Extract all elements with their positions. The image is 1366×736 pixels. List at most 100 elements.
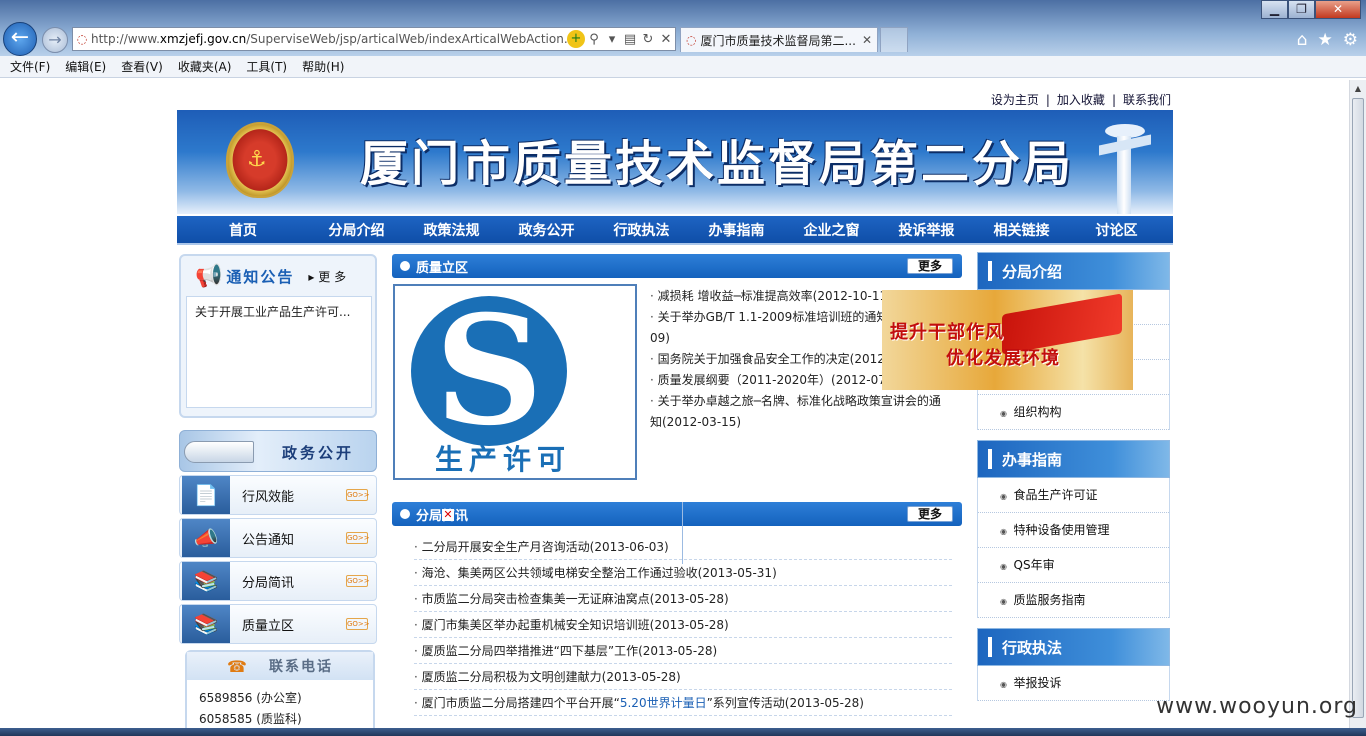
- guide-item[interactable]: 质监服务指南: [978, 583, 1169, 618]
- nav-complaint[interactable]: 投诉举报: [879, 220, 974, 240]
- side-link-conduct[interactable]: 📄 行风效能 GO>>: [179, 475, 377, 515]
- scrollbar-thumb[interactable]: [1352, 98, 1364, 718]
- phone-item: 6058585 (质监科): [199, 712, 302, 726]
- home-icon[interactable]: ⌂: [1297, 30, 1308, 50]
- contact-phone-panel: ☎ 联系电话 6589856 (办公室) 6058585 (质监科): [185, 650, 375, 736]
- quality-item-cont[interactable]: 知(2012-03-15): [650, 412, 950, 433]
- address-url[interactable]: http://www.xmzjefj.gov.cn/SuperviseWeb/j…: [91, 32, 567, 46]
- nav-enterprise[interactable]: 企业之窗: [784, 220, 879, 240]
- menu-file[interactable]: 文件(F): [10, 58, 50, 75]
- favorites-star-icon[interactable]: ★: [1318, 30, 1333, 50]
- ad-line-1: 提升干部作风: [890, 322, 1004, 343]
- news-more-button[interactable]: 更多: [907, 506, 953, 522]
- compatibility-view-icon[interactable]: +: [567, 30, 585, 48]
- menu-view[interactable]: 查看(V): [121, 58, 163, 75]
- notice-panel: 📢 通知公告 更 多 关于开展工业产品生产许可...: [179, 254, 377, 418]
- side-link-label: 分局简讯: [242, 575, 295, 591]
- nav-home[interactable]: 首页: [177, 220, 309, 240]
- news-section-header: 分局简讯 更多: [392, 502, 962, 526]
- nav-policy[interactable]: 政策法规: [404, 220, 499, 240]
- menu-tools[interactable]: 工具(T): [246, 58, 287, 75]
- menu-bar: 文件(F) 编辑(E) 查看(V) 收藏夹(A) 工具(T) 帮助(H): [0, 56, 1366, 78]
- compat-page-icon[interactable]: ▤: [621, 32, 639, 47]
- phone-header: ☎ 联系电话: [187, 652, 373, 680]
- enforcement-item[interactable]: 举报投诉: [978, 666, 1169, 701]
- side-link-briefs[interactable]: 📚 分局简讯 GO>>: [179, 561, 377, 601]
- settings-gear-icon[interactable]: ⚙: [1343, 30, 1358, 50]
- left-column: 📢 通知公告 更 多 关于开展工业产品生产许可... 政务公开 📄 行风效能 G…: [179, 254, 377, 736]
- quality-more-button[interactable]: 更多: [907, 258, 953, 274]
- scroll-up-arrow-icon[interactable]: ▲: [1350, 80, 1366, 97]
- qs-circle: S: [411, 296, 567, 446]
- news-item[interactable]: 海沧、集美两区公共领域电梯安全整治工作通过验收(2013-05-31): [414, 560, 952, 586]
- url-domain: xmzjefj.gov.cn: [159, 32, 247, 46]
- quality-section-header: 质量立区 更多: [392, 254, 962, 278]
- guide-item[interactable]: 食品生产许可证: [978, 478, 1169, 513]
- address-bar[interactable]: ◌ http://www.xmzjefj.gov.cn/SuperviseWeb…: [72, 27, 676, 51]
- back-arrow-icon[interactable]: ←: [3, 22, 37, 56]
- news-item[interactable]: 厦门市集美区举办起重机械安全知识培训班(2013-05-28): [414, 612, 952, 638]
- news-item[interactable]: 二分局开展安全生产月咨询活动(2013-06-03): [414, 534, 952, 560]
- dropdown-icon[interactable]: ▾: [603, 32, 621, 47]
- floating-ad-banner[interactable]: 提升干部作风 优化发展环境: [882, 290, 1133, 390]
- quality-section-title: 质量立区: [416, 260, 469, 276]
- set-homepage-link[interactable]: 设为主页: [991, 93, 1039, 107]
- menu-edit[interactable]: 编辑(E): [65, 58, 106, 75]
- window-controls: ▁ ❐ ✕: [1261, 0, 1361, 19]
- contact-us-link[interactable]: 联系我们: [1123, 93, 1171, 107]
- new-tab-button[interactable]: [880, 27, 908, 52]
- close-icon[interactable]: ✕: [1315, 0, 1361, 19]
- go-icon: GO>>: [346, 489, 370, 501]
- browser-tab[interactable]: ◌ 厦门市质量技术监督局第二... ✕: [680, 27, 878, 52]
- news-section: 分局简讯 更多 ✕ 二分局开展安全生产月咨询活动(2013-06-03) 海沧、…: [392, 502, 962, 716]
- nav-enforcement[interactable]: 行政执法: [594, 220, 689, 240]
- qs-production-license-logo[interactable]: S 生产许可: [393, 284, 637, 480]
- phone-title: 联系电话: [268, 659, 333, 675]
- nav-gov-open[interactable]: 政务公开: [499, 220, 594, 240]
- menu-help[interactable]: 帮助(H): [302, 58, 344, 75]
- news-item[interactable]: 厦门市质监二分局搭建四个平台开展“5.20世界计量日”系列宣传活动(2013-0…: [414, 690, 952, 716]
- guide-item[interactable]: QS年审: [978, 548, 1169, 583]
- go-icon: GO>>: [346, 532, 370, 544]
- page-favicon-icon: ◌: [76, 32, 88, 46]
- guide-list: 食品生产许可证 特种设备使用管理 QS年审 质监服务指南: [977, 478, 1170, 618]
- search-icon[interactable]: ⚲: [585, 32, 603, 47]
- refresh-icon[interactable]: ↻: [639, 32, 657, 47]
- go-icon: GO>>: [346, 575, 370, 587]
- minimize-icon[interactable]: ▁: [1261, 0, 1288, 19]
- browser-tools: ⌂ ★ ⚙: [1297, 30, 1358, 50]
- nav-guide[interactable]: 办事指南: [689, 220, 784, 240]
- side-link-label: 公告通知: [242, 532, 295, 548]
- stop-icon[interactable]: ✕: [657, 32, 675, 47]
- phone-item: 6589856 (办公室): [199, 691, 302, 705]
- notice-item[interactable]: 关于开展工业产品生产许可...: [195, 305, 350, 319]
- top-links: 设为主页 | 加入收藏 | 联系我们: [177, 80, 1173, 110]
- vertical-scrollbar[interactable]: ▲: [1349, 80, 1366, 736]
- broken-image-icon: ✕: [442, 508, 454, 521]
- ad-line-2: 优化发展环境: [946, 348, 1060, 369]
- side-link-quality[interactable]: 📚 质量立区 GO>>: [179, 604, 377, 644]
- qs-caption: 生产许可: [435, 443, 572, 476]
- tab-close-icon[interactable]: ✕: [862, 33, 872, 47]
- intro-item[interactable]: 组织构构: [978, 395, 1169, 430]
- maximize-icon[interactable]: ❐: [1288, 0, 1315, 19]
- add-favorite-link[interactable]: 加入收藏: [1057, 93, 1105, 107]
- news-item[interactable]: 厦质监二分局积极为文明创建献力(2013-05-28): [414, 664, 952, 690]
- nav-links[interactable]: 相关链接: [974, 220, 1069, 240]
- emblem-anchor-icon: ⚓: [247, 147, 267, 172]
- go-icon: GO>>: [346, 618, 370, 630]
- news-item[interactable]: 市质监二分局突击检查集美一无证麻油窝点(2013-05-28): [414, 586, 952, 612]
- side-link-label: 行风效能: [242, 489, 295, 505]
- nav-intro[interactable]: 分局介绍: [309, 220, 404, 240]
- books-icon: 📚: [182, 562, 230, 600]
- forward-arrow-icon[interactable]: →: [42, 27, 68, 53]
- nav-forum[interactable]: 讨论区: [1069, 220, 1164, 240]
- notice-more-link[interactable]: 更 多: [308, 268, 346, 285]
- watermark: www.wooyun.org: [1156, 694, 1358, 719]
- quality-item[interactable]: 关于举办卓越之旅─名牌、标准化战略政策宣讲会的通: [650, 391, 950, 412]
- browser-titlebar: ← → ◌ http://www.xmzjefj.gov.cn/Supervis…: [0, 0, 1366, 56]
- menu-favorites[interactable]: 收藏夹(A): [178, 58, 232, 75]
- news-item[interactable]: 厦质监二分局四举措推进“四下基层”工作(2013-05-28): [414, 638, 952, 664]
- side-link-notice[interactable]: 📣 公告通知 GO>>: [179, 518, 377, 558]
- guide-item[interactable]: 特种设备使用管理: [978, 513, 1169, 548]
